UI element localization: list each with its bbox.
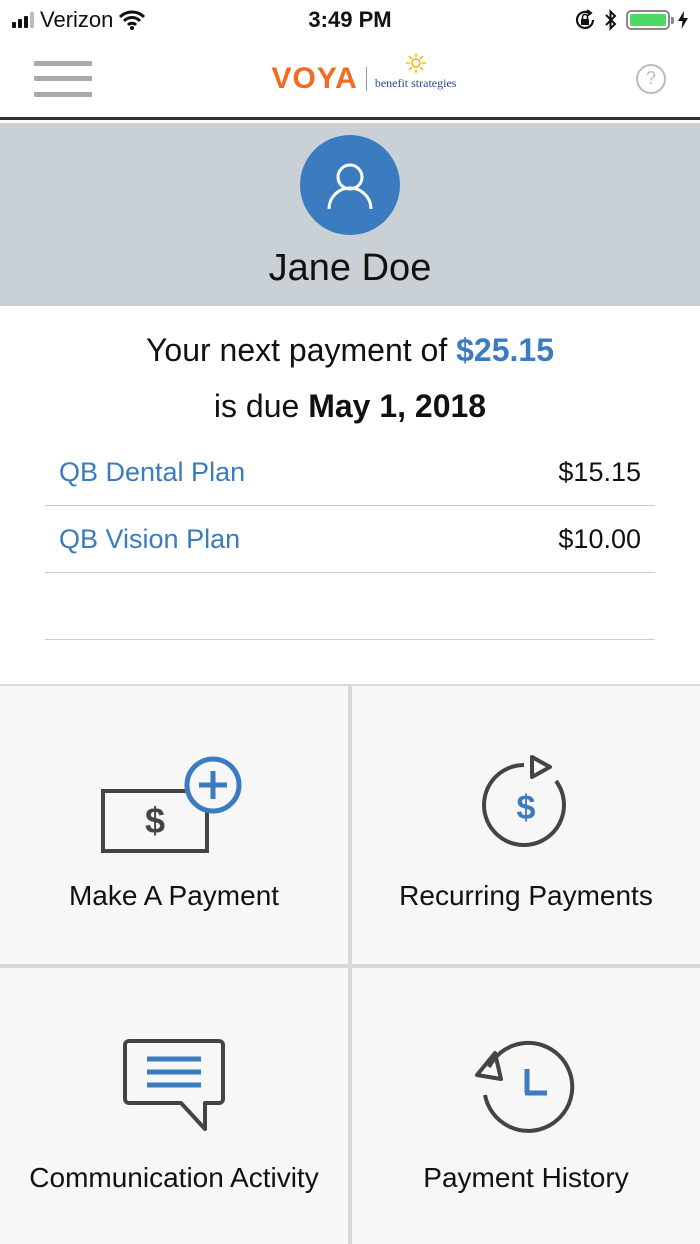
tile-label: Communication Activity bbox=[29, 1162, 319, 1193]
status-bar: Verizon 3:49 PM bbox=[0, 0, 700, 40]
plan-name-link[interactable]: QB Dental Plan bbox=[59, 457, 245, 488]
payment-summary: Your next payment of $25.15 is due May 1… bbox=[0, 306, 700, 686]
action-tile-grid: $ Make A Payment $ Recurring Payments Co… bbox=[0, 684, 700, 1244]
help-icon[interactable]: ? bbox=[636, 63, 666, 94]
logo-partner-text: benefit strategies bbox=[374, 76, 457, 90]
due-date-line: is due May 1, 2018 bbox=[0, 388, 700, 425]
payment-history-button[interactable]: Payment History bbox=[352, 968, 700, 1244]
tile-label: Recurring Payments bbox=[399, 880, 653, 911]
due-date-prefix: is due bbox=[213, 388, 309, 424]
menu-icon[interactable] bbox=[34, 60, 92, 97]
profile-header: Jane Doe bbox=[0, 123, 700, 306]
add-payment-icon: $ bbox=[99, 750, 249, 860]
voya-logo: VOYA benefit strategies bbox=[271, 53, 457, 96]
signal-strength-icon bbox=[12, 12, 34, 28]
status-time: 3:49 PM bbox=[308, 7, 392, 32]
communication-activity-button[interactable]: Communication Activity bbox=[0, 968, 348, 1244]
list-divider bbox=[45, 573, 655, 640]
orientation-lock-icon bbox=[575, 9, 595, 29]
due-date: May 1, 2018 bbox=[308, 388, 487, 424]
logo-divider bbox=[365, 66, 367, 91]
history-icon bbox=[471, 1032, 581, 1142]
plan-amount: $15.15 bbox=[558, 456, 641, 487]
list-item: QB Vision Plan $10.00 bbox=[45, 506, 655, 573]
recurring-payments-button[interactable]: $ Recurring Payments bbox=[352, 686, 700, 964]
plan-list: QB Dental Plan $15.15 QB Vision Plan $10… bbox=[45, 439, 655, 640]
wifi-icon bbox=[119, 10, 146, 30]
battery-icon bbox=[626, 10, 674, 30]
next-payment-prefix: Your next payment of bbox=[146, 332, 457, 368]
svg-text:$: $ bbox=[145, 800, 165, 841]
carrier-name: Verizon bbox=[40, 7, 114, 32]
tile-label: Make A Payment bbox=[68, 880, 280, 911]
recurring-payment-icon: $ bbox=[476, 750, 576, 860]
list-item: QB Dental Plan $15.15 bbox=[45, 439, 655, 506]
logo-brand: VOYA bbox=[271, 61, 358, 95]
next-payment-line: Your next payment of $25.15 bbox=[0, 332, 700, 369]
make-payment-button[interactable]: $ Make A Payment bbox=[0, 686, 348, 964]
sun-icon bbox=[405, 53, 426, 73]
nav-bar: VOYA benefit strategies ? bbox=[0, 40, 700, 120]
plan-amount: $10.00 bbox=[558, 523, 641, 554]
logo-partner: benefit strategies bbox=[374, 53, 457, 91]
avatar-silhouette bbox=[327, 163, 373, 210]
tile-label: Payment History bbox=[423, 1162, 629, 1193]
charging-icon bbox=[678, 11, 688, 29]
bluetooth-icon bbox=[605, 9, 617, 31]
message-icon bbox=[119, 1032, 229, 1142]
plan-name-link[interactable]: QB Vision Plan bbox=[59, 524, 240, 555]
svg-text:$: $ bbox=[517, 789, 536, 827]
next-payment-amount: $25.15 bbox=[456, 332, 554, 368]
user-icon[interactable] bbox=[300, 135, 400, 235]
status-right bbox=[458, 9, 688, 31]
status-left: Verizon bbox=[12, 7, 242, 33]
profile-name: Jane Doe bbox=[268, 247, 432, 289]
